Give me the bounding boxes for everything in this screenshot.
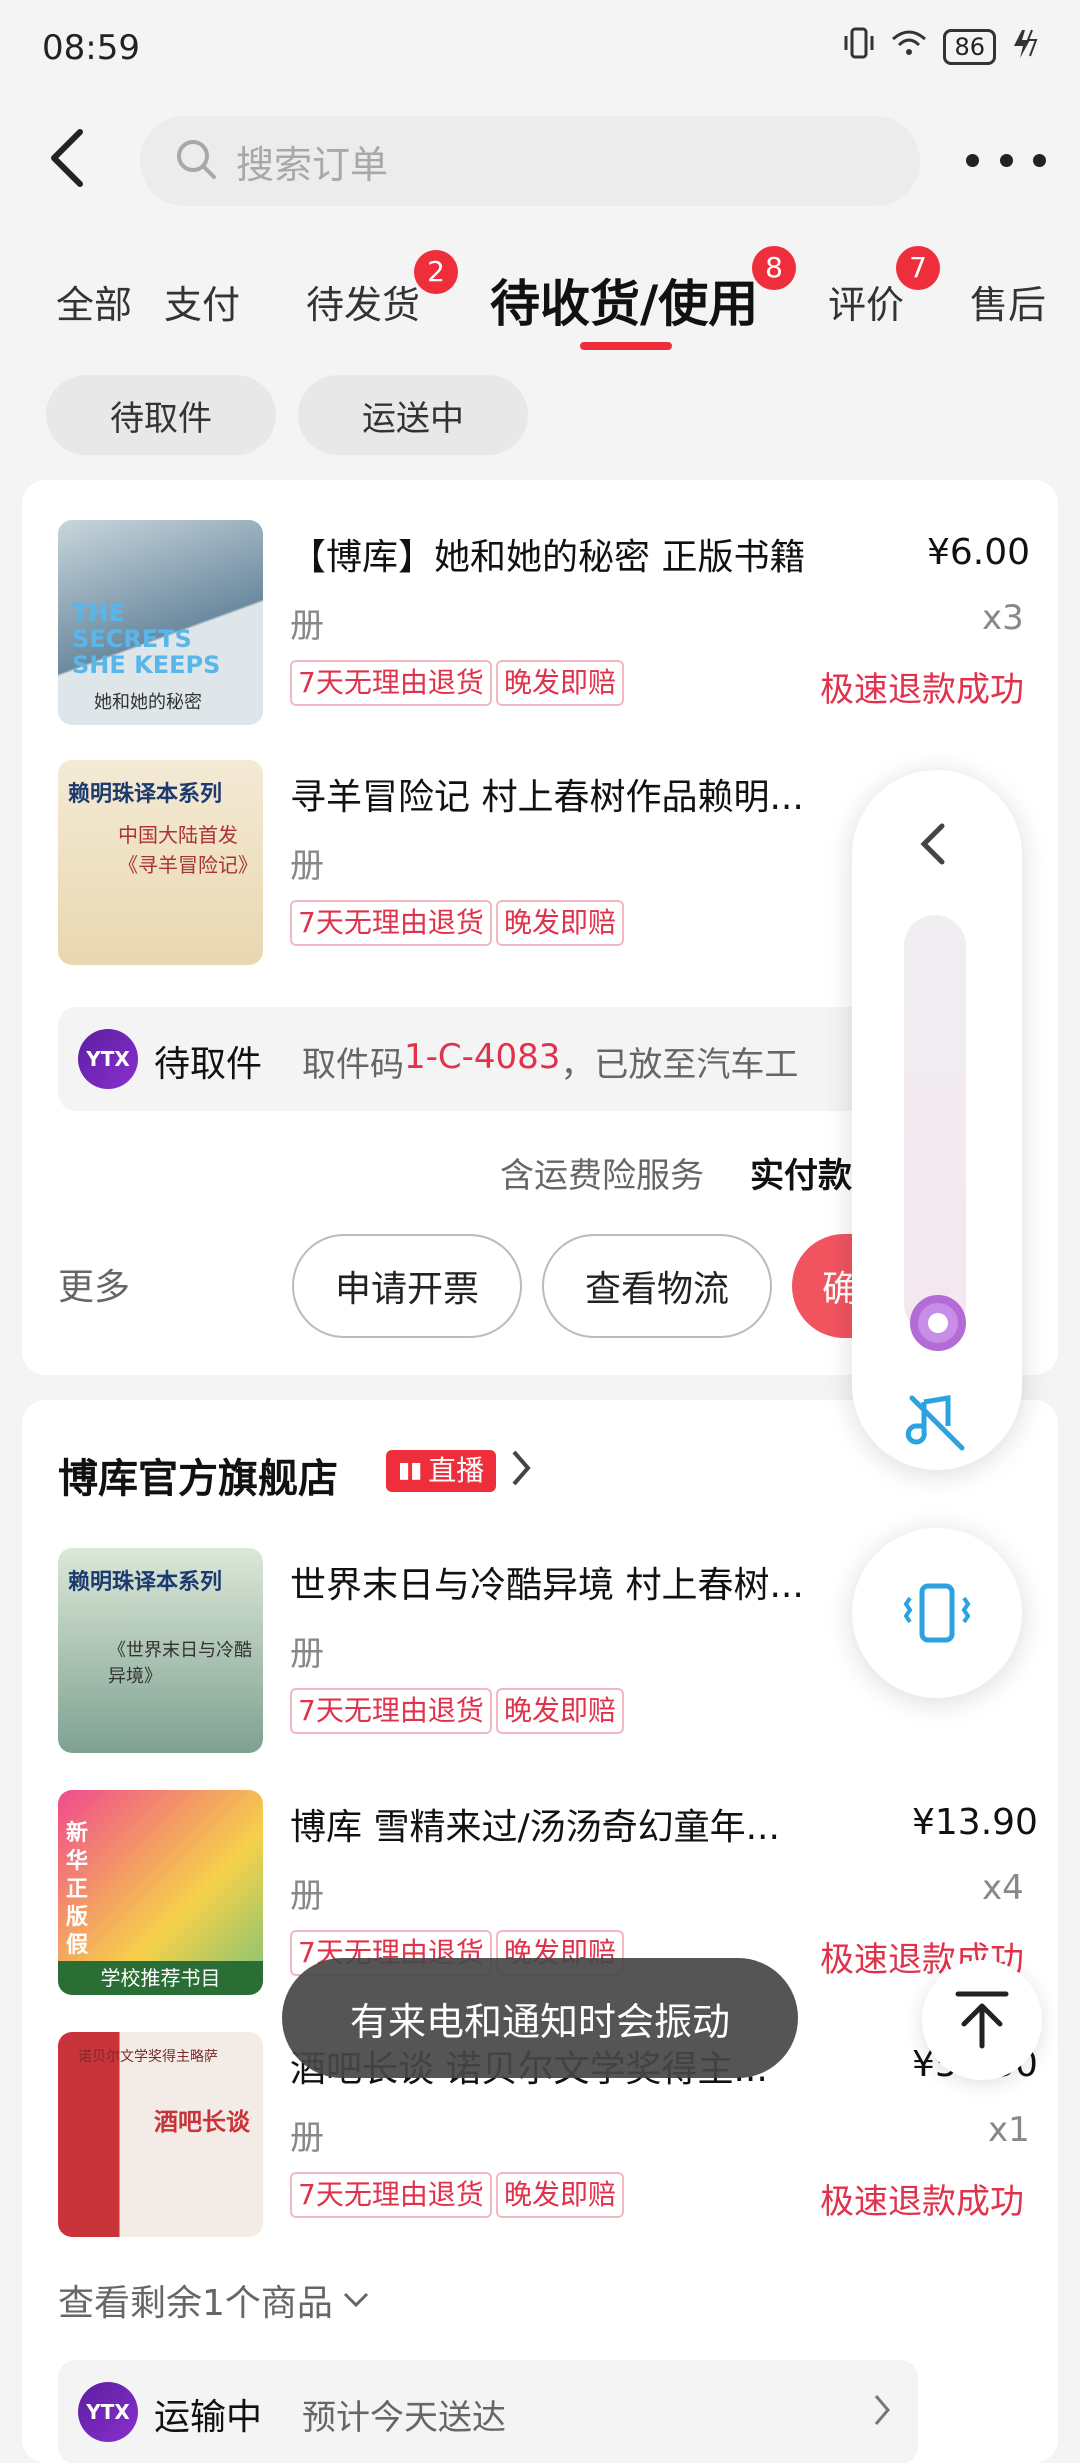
product-title[interactable]: 世界末日与冷酷异境 村上春树... [290,1556,850,1608]
back-button[interactable] [46,126,96,196]
more-options-button[interactable] [966,138,1046,182]
pickup-code: 1-C-4083 [404,1037,561,1077]
chip-awaiting-pickup[interactable]: 待取件 [46,375,276,455]
product-qty: x4 [982,1868,1024,1908]
more-dots-icon [966,153,979,167]
tag-return: 7天无理由退货 [290,660,492,706]
search-icon [174,137,218,185]
product-title[interactable]: 【博库】她和她的秘密 正版书籍 [290,528,870,580]
shipping-eta: 预计今天送达 [302,2398,506,2438]
tab-all[interactable]: 全部 [56,274,132,329]
volume-panel [852,770,1022,1470]
product-spec: 册 [290,1876,324,1916]
tag-return: 7天无理由退货 [290,900,492,946]
refund-status: 极速退款成功 [820,670,1024,710]
product-spec: 册 [290,606,324,646]
tag-late-compensation: 晚发即赔 [496,1688,625,1734]
tab-to-ship[interactable]: 待发货 [306,274,420,329]
collapse-chevron-icon[interactable] [916,820,950,872]
battery-indicator: 86 [943,29,996,65]
tab-review-badge: 7 [896,246,940,290]
charging-icon [1010,26,1040,68]
tag-return: 7天无理由退货 [290,2172,492,2218]
product-spec: 册 [290,846,324,886]
active-tab-indicator [580,342,672,350]
tag-late-compensation: 晚发即赔 [496,660,625,706]
product-qty: x3 [982,598,1024,638]
product-qty: x1 [988,2110,1030,2150]
live-bars-icon: ▮▮ [398,1458,423,1483]
shop-name[interactable]: 博库官方旗舰店 [58,1446,338,1504]
tag-return: 7天无理由退货 [290,1688,492,1734]
wifi-icon [889,27,929,67]
refund-status: 极速退款成功 [820,2182,1024,2222]
product-price: ¥6.00 [927,532,1031,573]
product-price: ¥13.90 [912,1802,1038,1843]
chevron-left-icon [51,129,83,187]
order-tabs: 全部 支付 待发货 2 待收货/使用 8 评价 7 售后 [0,246,1080,360]
search-placeholder: 搜索订单 [236,142,389,187]
live-badge: ▮▮ 直播 [386,1450,497,1492]
arrow-up-icon [955,1991,1009,2049]
product-title[interactable]: 博库 雪精来过/汤汤奇幻童年... [290,1798,850,1850]
status-time: 08:59 [42,28,140,68]
invoice-button[interactable]: 申请开票 [292,1234,522,1338]
tab-after-sale[interactable]: 售后 [970,274,1046,329]
tab-to-receive-badge: 8 [752,246,796,290]
back-to-top-button[interactable] [922,1960,1042,2080]
shipping-info-bar[interactable]: YTX 运输中 预计今天送达 [58,2360,918,2463]
vibrate-icon [843,26,875,68]
paid-amount-label: 实付款 [750,1156,852,1196]
volume-slider[interactable] [904,915,966,1335]
product-image[interactable]: THE SECRETS SHE KEEPS 她和她的秘密 [58,520,263,725]
more-actions[interactable]: 更多 [58,1258,130,1310]
product-image[interactable]: 赖明珠译本系列 中国大陆首发 《寻羊冒险记》 [58,760,263,965]
chip-in-transit[interactable]: 运送中 [298,375,528,455]
vibrate-icon [903,1583,971,1643]
courier-logo: YTX [78,2382,138,2442]
shipping-status: 运输中 [154,2397,263,2438]
courier-logo: YTX [78,1029,138,1089]
product-image[interactable]: 新华正版 假一罚十 学校推荐书目 [58,1790,263,1995]
tab-to-receive[interactable]: 待收货/使用 [490,264,758,336]
product-spec: 册 [290,1634,324,1674]
product-image[interactable]: 赖明珠译本系列 《世界末日与冷酷异境》 [58,1548,263,1753]
chevron-right-icon [872,2392,892,2432]
tag-late-compensation: 晚发即赔 [496,2172,625,2218]
mute-icon[interactable] [904,1390,970,1460]
product-image[interactable]: 酒吧长谈 诺贝尔文学奖得主略萨 [58,2032,263,2237]
status-icons: 86 [843,26,1040,68]
search-input[interactable]: 搜索订单 [140,116,920,206]
pickup-info-bar[interactable]: YTX 待取件 取件码 1-C-4083 ，已放至汽车工 [58,1007,918,1111]
tab-pay[interactable]: 支付 [164,274,240,329]
vibration-toast: 有来电和通知时会振动 [282,1958,798,2078]
pickup-code-text: 取件码 1-C-4083 ，已放至汽车工 [302,1037,799,1085]
product-title[interactable]: 寻羊冒险记 村上春树作品赖明... [290,768,850,820]
pickup-status: 待取件 [154,1044,263,1085]
volume-slider-handle[interactable] [910,1295,966,1351]
freight-insurance: 含运费险服务 [500,1156,704,1196]
chevron-right-icon[interactable] [510,1446,534,1494]
tag-late-compensation: 晚发即赔 [496,900,625,946]
product-spec: 册 [290,2118,324,2158]
show-remaining-items[interactable]: 查看剩余1个商品 [58,2274,371,2326]
vibrate-mode-button[interactable] [852,1528,1022,1698]
tab-review[interactable]: 评价 [828,274,904,329]
status-bar: 08:59 86 [0,0,1080,100]
tab-to-ship-badge: 2 [414,250,458,294]
chevron-down-icon [343,2292,368,2308]
track-logistics-button[interactable]: 查看物流 [542,1234,772,1338]
